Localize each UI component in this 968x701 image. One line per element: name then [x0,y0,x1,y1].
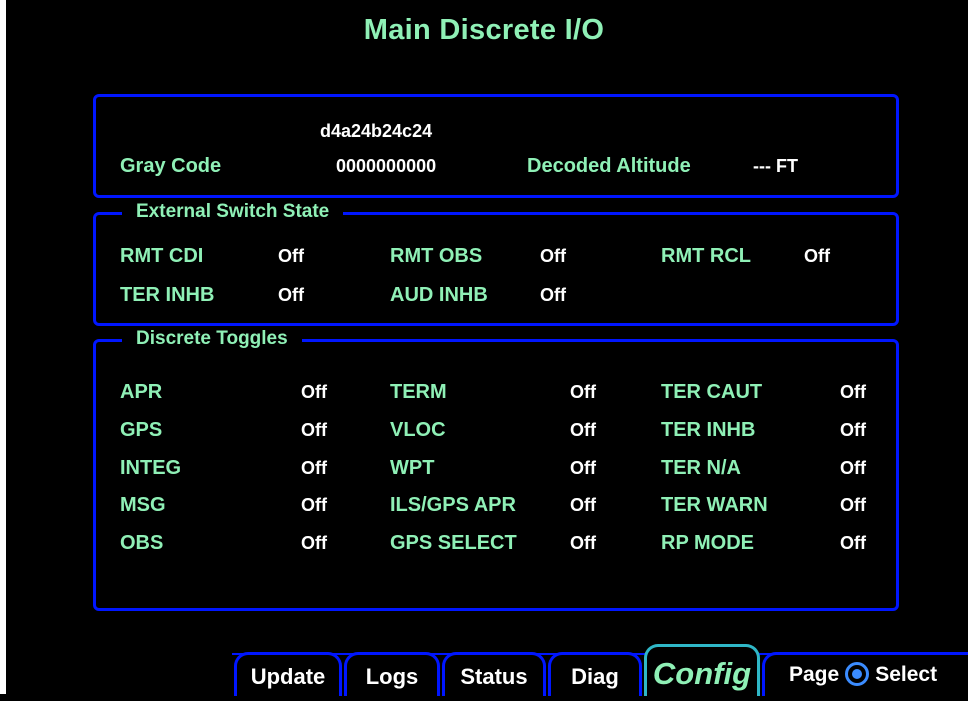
switch-value: Off [804,246,830,266]
toggle-label: VLOC [390,419,446,441]
toggle-label: GPS SELECT [390,532,517,554]
switch-label: TER INHB [120,284,215,306]
toggle-value: Off [570,382,596,402]
toggle-label: MSG [120,494,166,516]
toggle-label: TER N/A [661,457,741,479]
toggle-value: Off [840,458,866,478]
discrete-toggles-title: Discrete Toggles [122,328,302,350]
toggle-label: GPS [120,419,163,441]
toggle-value: Off [840,420,866,440]
toggle-value: Off [301,533,327,553]
toggle-value: Off [301,458,327,478]
toggle-label: WPT [390,457,435,479]
external-switch-title: External Switch State [122,201,344,223]
switch-value: Off [278,246,304,266]
toggle-value: Off [840,533,866,553]
toggle-label: OBS [120,532,164,554]
toggle-label: TER CAUT [661,381,763,403]
switch-value: Off [540,285,566,305]
toggle-value: Off [301,382,327,402]
toggle-value: Off [570,458,596,478]
tab-config[interactable]: Config [644,644,760,696]
toggle-value: Off [301,420,327,440]
toggle-value: Off [570,420,596,440]
switch-label: RMT OBS [390,245,483,267]
page-title: Main Discrete I/O [363,14,605,46]
discrete-toggles-panel: Discrete Toggles APR Off TERM Off TER CA… [93,328,899,611]
toggle-label: APR [120,381,163,403]
gray-code-value: 0000000000 [336,156,437,176]
switch-value: Off [540,246,566,266]
tab-logs[interactable]: Logs [344,652,440,696]
tab-diag[interactable]: Diag [548,652,642,696]
tab-update[interactable]: Update [234,652,342,696]
toggle-value: Off [840,495,866,515]
tab-status[interactable]: Status [442,652,546,696]
switch-value: Off [278,285,304,305]
toggle-value: Off [840,382,866,402]
gray-code-label: Gray Code [120,155,222,177]
toggle-label: TER INHB [661,419,756,441]
toggle-label: TER WARN [661,494,768,516]
decoded-altitude-value: --- FT [753,156,798,176]
toggle-label: TERM [390,381,447,403]
switch-label: RMT CDI [120,245,204,267]
decoded-altitude-label: Decoded Altitude [527,155,691,177]
external-switch-panel: External Switch State RMT CDI Off RMT OB… [93,201,899,326]
toggle-value: Off [570,495,596,515]
toggle-label: ILS/GPS APR [390,494,516,516]
window-left-edge [0,0,6,694]
toggle-value: Off [301,495,327,515]
toggle-label: INTEG [120,457,182,479]
altitude-panel: d4a24b24c24 Gray Code 0000000000 Decoded… [93,94,899,198]
toggle-value: Off [570,533,596,553]
knob-icon [845,662,870,686]
switch-label: RMT RCL [661,245,751,267]
select-label: Select [875,663,938,686]
toggle-label: RP MODE [661,532,754,554]
altitude-hex-code: d4a24b24c24 [320,121,433,141]
switch-label: AUD INHB [390,284,488,306]
page-label: Page [789,663,840,686]
page-select-softkey[interactable]: Page Select [762,652,968,696]
